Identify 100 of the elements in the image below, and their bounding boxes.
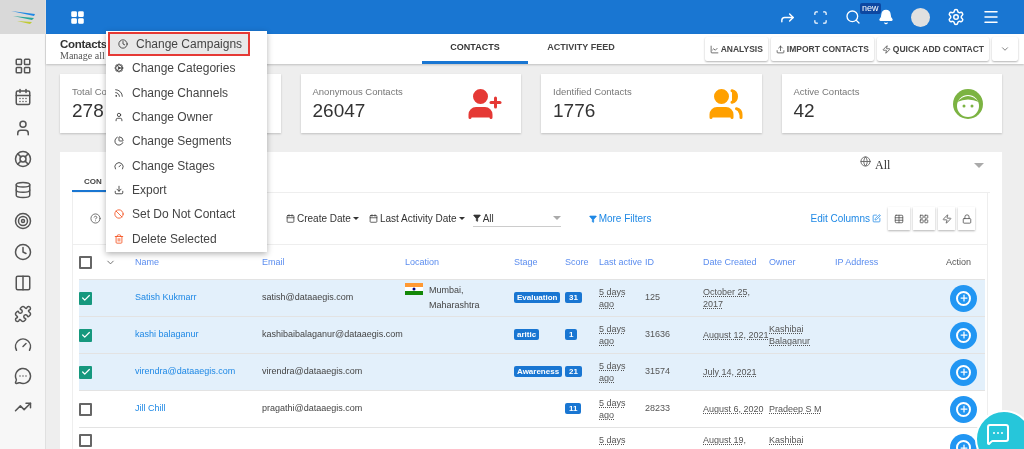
clock-icon[interactable] <box>13 243 32 261</box>
header-action-button[interactable]: QUICK ADD CONTACT <box>876 37 989 61</box>
lifebuoy-icon[interactable] <box>13 150 32 168</box>
create-date-filter[interactable]: Create Date <box>286 211 359 226</box>
filter-icon <box>588 214 597 223</box>
view-toggle-button[interactable] <box>958 207 975 230</box>
date-created-text: August 12, 2021 <box>703 330 769 340</box>
menu-item[interactable]: Delete Selected <box>106 226 267 251</box>
add-action-button[interactable] <box>950 321 977 349</box>
help-icon[interactable] <box>90 213 101 224</box>
caret-icon <box>352 217 359 220</box>
menu-item[interactable]: Change Campaigns <box>108 32 251 57</box>
add-action-button[interactable] <box>950 395 977 423</box>
database-icon[interactable] <box>13 181 32 199</box>
email-text: virendra@dataaegis.com <box>262 366 363 377</box>
location-text: Mumbai, Maharashtra <box>429 284 481 312</box>
email-text: satish@dataaegis.com <box>262 292 354 303</box>
stat-value: 42 <box>793 99 816 122</box>
row-checkbox[interactable] <box>79 291 92 305</box>
pie-icon <box>114 136 124 147</box>
header-action-button[interactable]: ANALYSIS <box>704 37 768 61</box>
column-header: Owner <box>769 256 797 268</box>
face-icon <box>952 87 984 120</box>
bell-icon[interactable] <box>878 9 894 25</box>
page-title: Contacts <box>60 37 107 51</box>
column-header: Email <box>262 256 286 268</box>
gauge-icon <box>114 160 124 171</box>
upload-icon <box>775 44 785 54</box>
columns-icon[interactable] <box>13 274 32 292</box>
menu-icon[interactable] <box>982 8 1000 26</box>
edit-icon <box>872 214 881 223</box>
calendar-icon <box>286 214 295 223</box>
row-checkbox[interactable] <box>79 402 92 416</box>
dashboard-icon[interactable] <box>13 57 32 75</box>
add-action-button[interactable] <box>950 358 977 386</box>
gauge-icon[interactable] <box>13 336 32 354</box>
fullscreen-icon[interactable] <box>813 9 828 25</box>
last-active-text: 5 days ago <box>599 360 627 384</box>
check-icon <box>80 293 91 303</box>
menu-item[interactable]: Change Owner <box>106 104 267 130</box>
selected-row[interactable]: Satish Kukmarr satish@dataaegis.com Mumbai, Maharashtra Evaluation 31 5 days ago 125 October 25, 2017 <box>79 280 985 317</box>
segment-select[interactable]: All <box>472 210 561 227</box>
feed-icon <box>114 87 124 98</box>
settings-icon[interactable] <box>947 8 965 26</box>
chat-icon[interactable] <box>13 367 32 385</box>
header-tab[interactable]: ACTIVITY FEED <box>528 34 634 64</box>
region-select[interactable]: All <box>860 156 990 174</box>
header-tab[interactable]: CONTACTS <box>422 34 528 64</box>
date-created-text: August 19, <box>703 434 748 446</box>
caret-icon <box>552 216 561 220</box>
more-filters-link[interactable]: More Filters <box>588 211 652 226</box>
trash-icon <box>114 233 124 244</box>
calendar-icon[interactable] <box>13 88 32 106</box>
contact-name-link[interactable]: Jill Chill <box>135 403 166 414</box>
lock-icon <box>961 213 972 224</box>
row-checkbox[interactable] <box>79 365 92 379</box>
view-toggle-button[interactable] <box>913 207 935 230</box>
view-toggle-button[interactable] <box>938 207 955 230</box>
target-icon[interactable] <box>13 212 32 230</box>
check-icon <box>80 330 91 340</box>
column-header: Name <box>135 256 160 268</box>
last-active-text: 5 days ago <box>599 397 627 421</box>
search-icon[interactable] <box>845 9 861 25</box>
user-icon <box>114 112 124 123</box>
puzzle-icon[interactable] <box>13 305 32 323</box>
menu-item[interactable]: Set Do Not Contact <box>106 202 267 227</box>
view-toggle-button[interactable] <box>888 207 910 230</box>
calendar-icon <box>368 214 378 223</box>
id-text: 125 <box>645 292 661 303</box>
id-text: 28233 <box>645 403 671 414</box>
chevron-icon <box>1000 44 1010 54</box>
select-all-checkbox[interactable] <box>79 255 92 269</box>
selected-row[interactable]: virendra@dataaegis.com virendra@dataaegis.com Awareness 21 5 days ago 31574 July 14, 2021 <box>79 354 985 391</box>
menu-item[interactable]: Change Segments <box>106 129 267 154</box>
plus-icon <box>958 367 969 377</box>
owner-text: Kashibai Balaganur <box>769 323 812 347</box>
menu-item[interactable]: Change Channels <box>106 80 267 105</box>
owner-text: Pradeep S M <box>769 403 823 415</box>
score-badge: 31 <box>565 292 582 304</box>
stat-label: Active Contacts <box>793 85 860 100</box>
last-activity-filter[interactable]: Last Activity Date <box>368 211 465 226</box>
stage-badge: Awareness <box>514 366 563 378</box>
edit-columns-link[interactable]: Edit Columns <box>810 211 881 226</box>
menu-item[interactable]: Change Categories <box>106 56 267 81</box>
plus-icon <box>958 442 969 449</box>
row-checkbox[interactable] <box>79 328 92 342</box>
add-action-button[interactable] <box>950 284 977 312</box>
column-header: Location <box>405 256 441 268</box>
caret-icon <box>458 217 465 220</box>
apps-icon[interactable] <box>70 9 85 25</box>
row-checkbox[interactable] <box>79 434 92 447</box>
last-active-text: 5 days <box>599 434 627 446</box>
avatar[interactable] <box>911 7 930 27</box>
owner-text: Kashibai <box>769 434 805 446</box>
plus-icon <box>958 404 969 414</box>
header-action-button[interactable]: IMPORT CONTACTS <box>770 37 874 61</box>
stage-badge: Evaluation <box>514 292 561 304</box>
email-text: kashibaibalaganur@dataaegis.com <box>262 329 403 340</box>
stat-value: 1776 <box>553 99 597 122</box>
bolt-icon <box>941 213 952 224</box>
